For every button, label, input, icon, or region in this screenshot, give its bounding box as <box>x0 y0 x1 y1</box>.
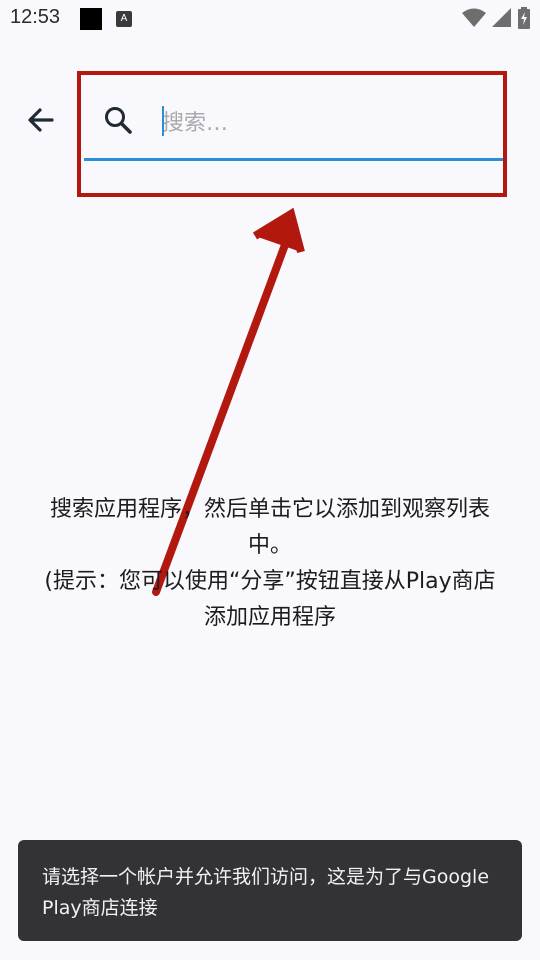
signal-icon <box>492 8 511 27</box>
toast-message: 请选择一个帐户并允许我们访问，这是为了与Google Play商店连接 <box>18 840 522 941</box>
wifi-icon <box>462 8 486 27</box>
back-button[interactable] <box>22 100 62 140</box>
status-bar: 12:53 A <box>0 0 540 38</box>
toast-text: 请选择一个帐户并允许我们访问，这是为了与Google Play商店连接 <box>42 866 490 919</box>
hint-line-2: (提示：您可以使用“分享”按钮直接从Play商店添加应用程序 <box>44 569 496 630</box>
annotation-highlight-box <box>77 71 507 197</box>
empty-state-hint: 搜索应用程序，然后单击它以添加到观察列表中。 (提示：您可以使用“分享”按钮直接… <box>40 492 500 636</box>
a-notification-icon: A <box>116 11 132 27</box>
status-time: 12:53 <box>10 6 61 28</box>
battery-icon <box>518 7 530 29</box>
black-square-icon <box>80 8 102 30</box>
hint-line-1: 搜索应用程序，然后单击它以添加到观察列表中。 <box>49 497 490 558</box>
arrow-left-icon <box>28 108 54 132</box>
